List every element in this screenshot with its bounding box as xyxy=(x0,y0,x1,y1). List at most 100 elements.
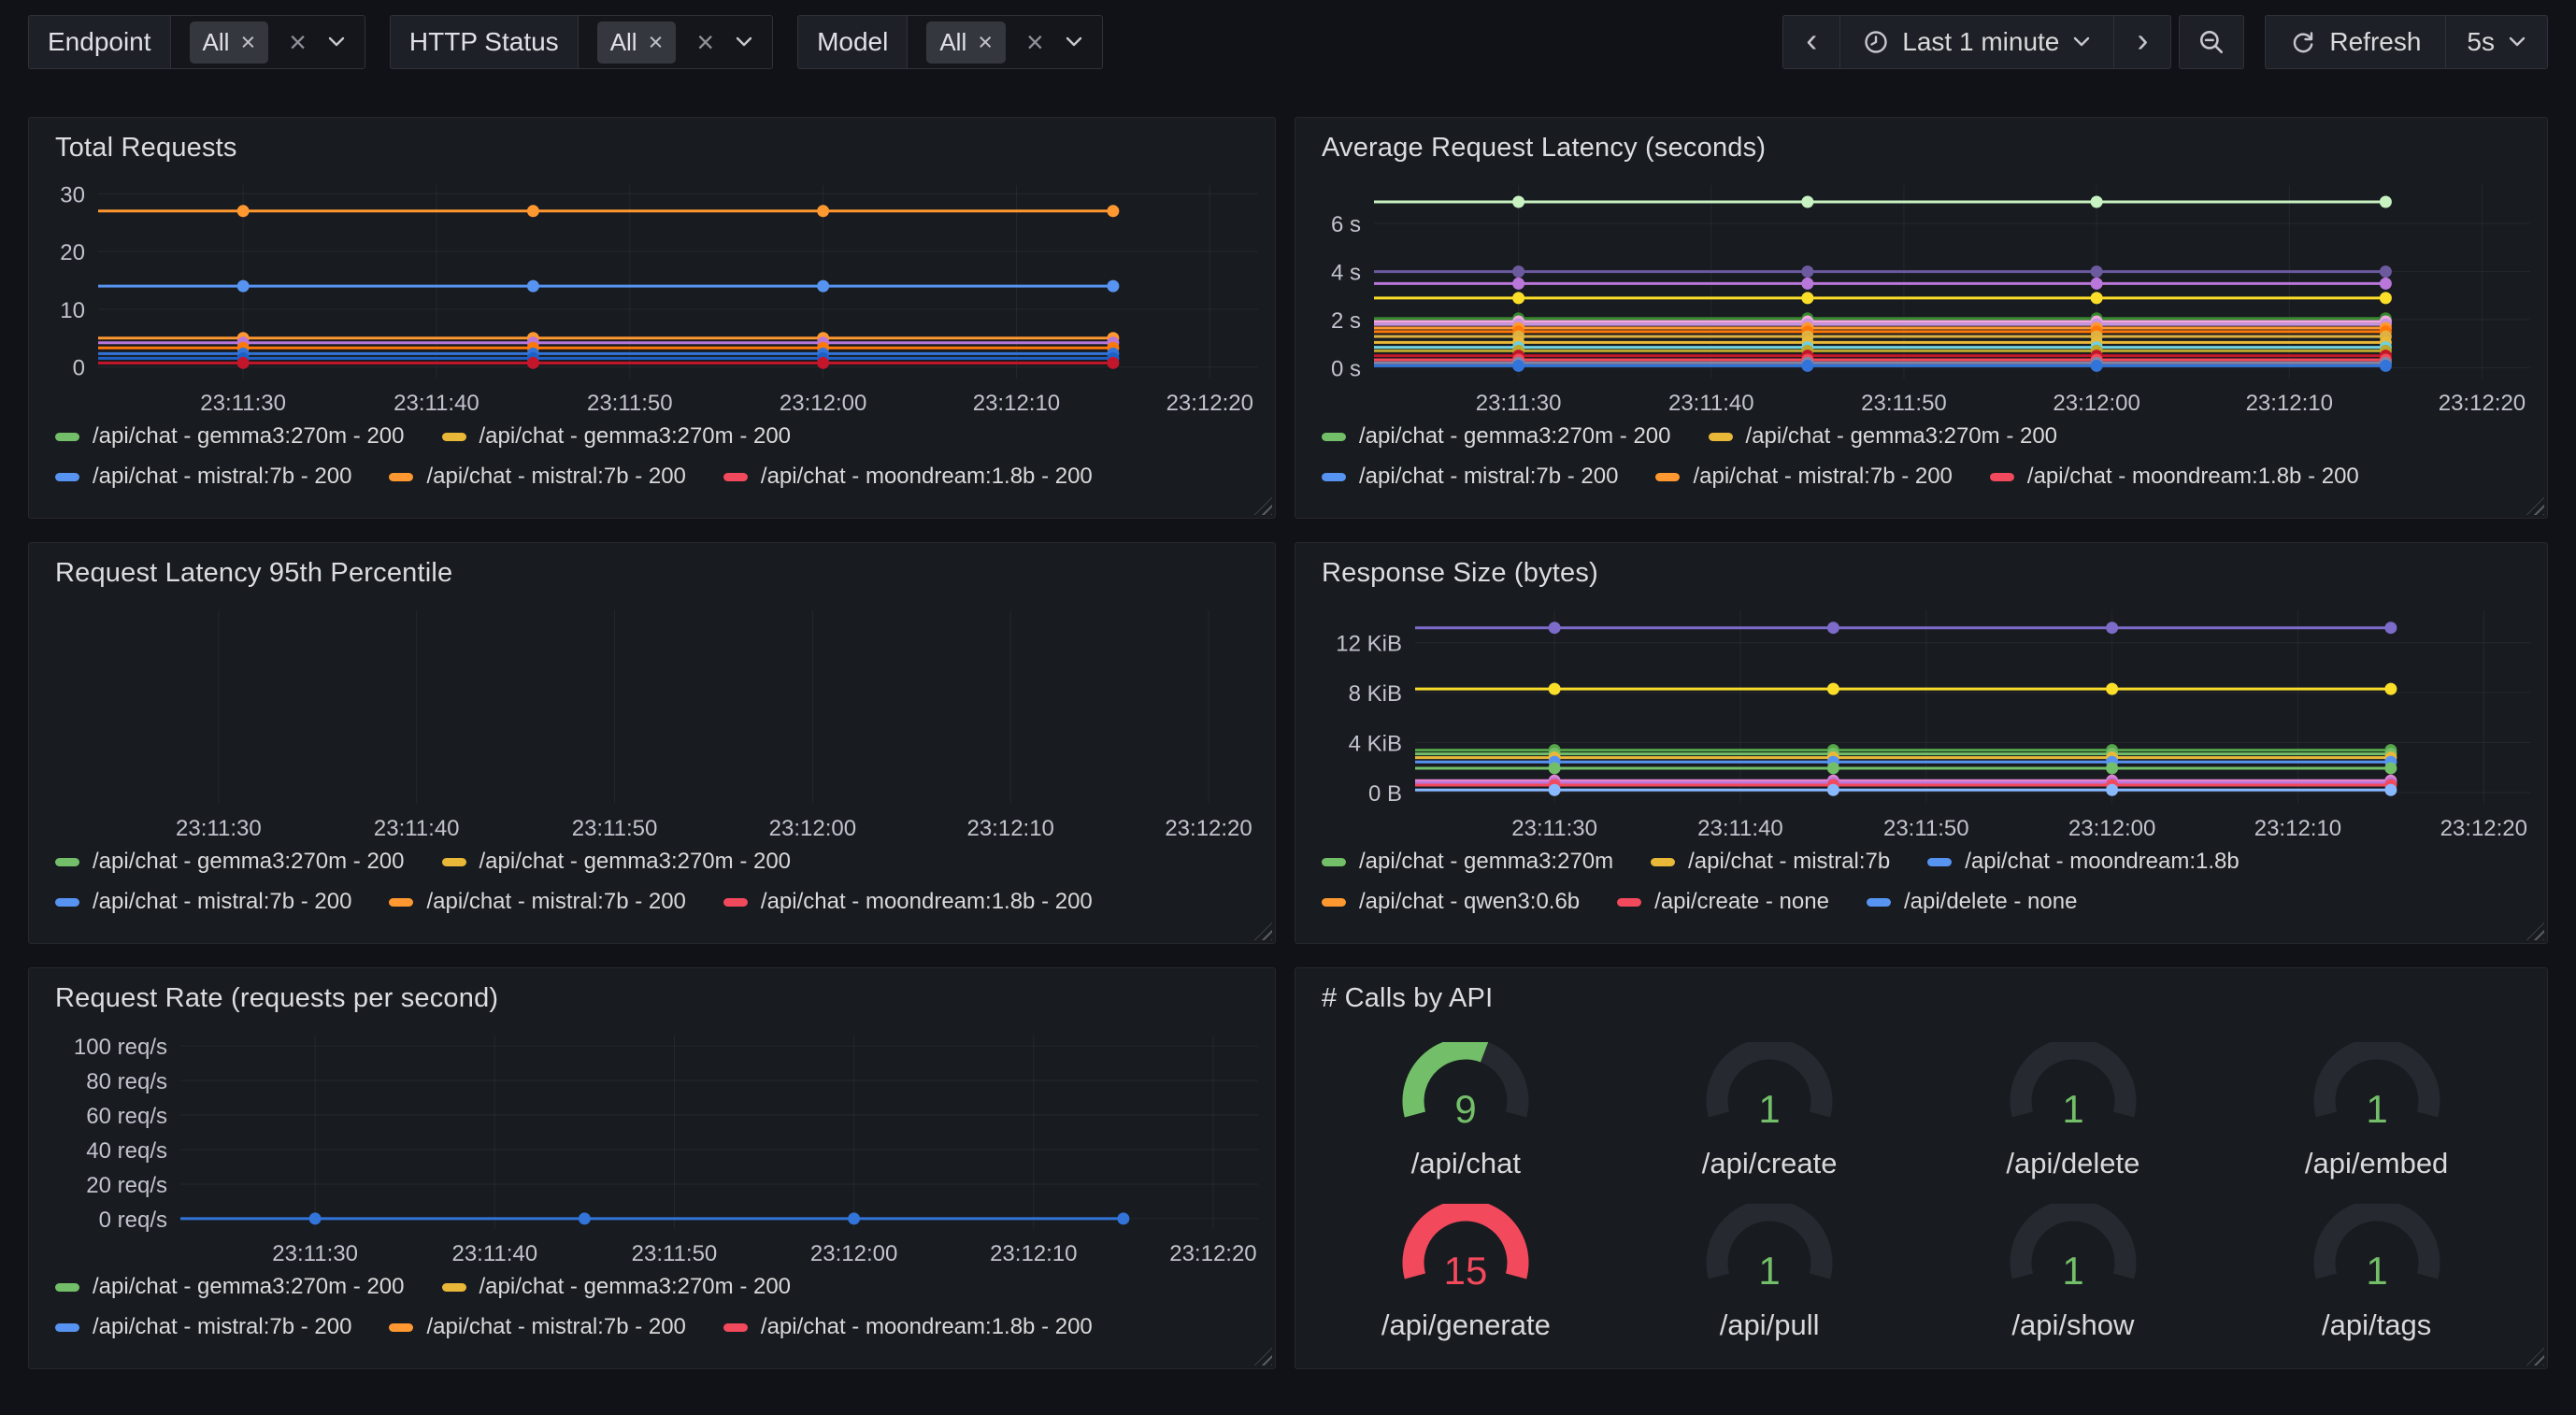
legend-item[interactable]: /api/chat - gemma3:270m - 200 xyxy=(55,423,405,450)
panel-title[interactable]: Response Size (bytes) xyxy=(1295,543,2547,599)
time-series-chart[interactable]: 23:11:3023:11:4023:11:5023:12:0023:12:10… xyxy=(1295,599,2547,845)
data-point xyxy=(2380,292,2392,304)
legend-series-color xyxy=(55,898,79,907)
legend-series-label: /api/chat - mistral:7b - 200 xyxy=(1693,464,1952,490)
legend-item[interactable]: /api/chat - moondream:1.8b - 200 xyxy=(723,1314,1093,1340)
chart-legend: /api/chat - gemma3:270m - 200/api/chat -… xyxy=(29,420,1275,518)
filter-http-status-chip[interactable]: All × xyxy=(597,21,677,64)
legend-item[interactable]: /api/chat - gemma3:270m - 200 xyxy=(55,1274,405,1300)
chip-remove-icon[interactable]: × xyxy=(978,30,993,55)
time-series-plot[interactable]: 23:11:3023:11:4023:11:5023:12:0023:12:10… xyxy=(29,599,1275,845)
data-point xyxy=(2380,278,2392,290)
legend-item[interactable]: /api/create - none xyxy=(1617,889,1829,915)
filter-model-value[interactable]: All × × xyxy=(907,15,1102,69)
panel-title[interactable]: Total Requests xyxy=(29,118,1275,174)
x-axis-tick-label: 23:11:30 xyxy=(1476,391,1562,416)
data-point xyxy=(1107,357,1119,369)
chevron-down-icon[interactable] xyxy=(327,36,346,49)
time-series-chart[interactable]: 23:11:3023:11:4023:11:5023:12:0023:12:10… xyxy=(29,174,1275,420)
legend-item[interactable]: /api/chat - gemma3:270m - 200 xyxy=(55,849,405,875)
data-point xyxy=(237,280,250,293)
legend-row: /api/chat - gemma3:270m - 200/api/chat -… xyxy=(55,423,1249,450)
legend-series-label: /api/chat - gemma3:270m - 200 xyxy=(93,849,405,875)
time-shift-back-button[interactable]: ‹ xyxy=(1782,15,1840,69)
refresh-button[interactable]: Refresh xyxy=(2265,15,2446,69)
y-axis-tick-label: 20 req/s xyxy=(86,1173,167,1198)
legend-item[interactable]: /api/chat - mistral:7b - 200 xyxy=(55,889,351,915)
data-point xyxy=(2091,278,2103,290)
time-series-plot[interactable]: 23:11:3023:11:4023:11:5023:12:0023:12:10… xyxy=(29,174,1275,420)
x-axis-tick-label: 23:11:40 xyxy=(394,391,479,416)
data-point xyxy=(1801,292,1813,304)
data-point xyxy=(2380,360,2392,372)
x-axis-tick-label: 23:11:30 xyxy=(176,816,262,841)
legend-item[interactable]: /api/chat - mistral:7b - 200 xyxy=(389,464,685,490)
data-point xyxy=(1549,762,1561,774)
chart-legend: /api/chat - gemma3:270m - 200/api/chat -… xyxy=(29,1270,1275,1368)
legend-item[interactable]: /api/chat - qwen3:0.6b xyxy=(1322,889,1580,915)
chip-remove-icon[interactable]: × xyxy=(240,30,255,55)
time-range-picker-button[interactable]: Last 1 minute xyxy=(1839,15,2114,69)
x-axis-tick-label: 23:12:00 xyxy=(2068,816,2155,841)
legend-item[interactable]: /api/chat - moondream:1.8b xyxy=(1927,849,2240,875)
legend-item[interactable]: /api/chat - moondream:1.8b - 200 xyxy=(723,464,1093,490)
zoom-out-button[interactable] xyxy=(2179,15,2244,69)
panel-title[interactable]: Request Rate (requests per second) xyxy=(29,968,1275,1024)
legend-item[interactable]: /api/chat - mistral:7b - 200 xyxy=(1322,464,1618,490)
gauge-label: /api/create xyxy=(1702,1147,1838,1180)
time-series-plot[interactable]: 23:11:3023:11:4023:11:5023:12:0023:12:10… xyxy=(1295,599,2547,845)
data-point xyxy=(1107,280,1119,293)
time-series-plot[interactable]: 23:11:3023:11:4023:11:5023:12:0023:12:10… xyxy=(29,1024,1275,1270)
panel-title[interactable]: Request Latency 95th Percentile xyxy=(29,543,1275,599)
legend-item[interactable]: /api/chat - moondream:1.8b - 200 xyxy=(723,889,1093,915)
refresh-icon xyxy=(2290,29,2316,55)
panel-title[interactable]: # Calls by API xyxy=(1295,968,2547,1024)
time-series-chart[interactable]: 23:11:3023:11:4023:11:5023:12:0023:12:10… xyxy=(29,599,1275,845)
legend-item[interactable]: /api/chat - mistral:7b - 200 xyxy=(1655,464,1952,490)
legend-item[interactable]: /api/chat - gemma3:270m - 200 xyxy=(1709,423,2058,450)
gauge-arc: 1 xyxy=(2297,1204,2456,1308)
filter-endpoint-value[interactable]: All × × xyxy=(170,15,365,69)
time-series-chart[interactable]: 23:11:3023:11:4023:11:5023:12:0023:12:10… xyxy=(1295,174,2547,420)
data-point xyxy=(1801,278,1813,290)
filter-clear-icon[interactable]: × xyxy=(696,27,714,57)
data-point xyxy=(1549,784,1561,796)
legend-item[interactable]: /api/delete - none xyxy=(1867,889,2077,915)
legend-item[interactable]: /api/chat - mistral:7b - 200 xyxy=(389,1314,685,1340)
legend-item[interactable]: /api/chat - gemma3:270m - 200 xyxy=(442,1274,792,1300)
filter-model-chip[interactable]: All × xyxy=(926,21,1006,64)
legend-item[interactable]: /api/chat - gemma3:270m - 200 xyxy=(1322,423,1671,450)
chip-remove-icon[interactable]: × xyxy=(649,30,664,55)
legend-item[interactable]: /api/chat - mistral:7b xyxy=(1651,849,1890,875)
y-axis-tick-label: 6 s xyxy=(1331,212,1361,237)
clock-icon xyxy=(1863,29,1889,55)
y-axis-tick-label: 10 xyxy=(60,298,85,323)
chevron-down-icon[interactable] xyxy=(735,36,753,49)
filter-clear-icon[interactable]: × xyxy=(1026,27,1044,57)
data-point xyxy=(817,357,829,369)
time-series-plot[interactable]: 23:11:3023:11:4023:11:5023:12:0023:12:10… xyxy=(1295,174,2547,420)
data-point xyxy=(1827,784,1839,796)
legend-item[interactable]: /api/chat - mistral:7b - 200 xyxy=(55,1314,351,1340)
filter-http-status-value[interactable]: All × × xyxy=(578,15,773,69)
panel-average-request-latency: Average Request Latency (seconds) 23:11:… xyxy=(1295,117,2548,519)
filter-endpoint-chip[interactable]: All × xyxy=(190,21,269,64)
panel-title[interactable]: Average Request Latency (seconds) xyxy=(1295,118,2547,174)
x-axis-tick-label: 23:12:00 xyxy=(2053,391,2140,416)
time-series-chart[interactable]: 23:11:3023:11:4023:11:5023:12:0023:12:10… xyxy=(29,1024,1275,1270)
legend-series-label: /api/chat - moondream:1.8b - 200 xyxy=(761,889,1093,915)
legend-item[interactable]: /api/chat - mistral:7b - 200 xyxy=(55,464,351,490)
legend-item[interactable]: /api/chat - gemma3:270m - 200 xyxy=(442,423,792,450)
legend-item[interactable]: /api/chat - mistral:7b - 200 xyxy=(389,889,685,915)
panel-total-requests: Total Requests 23:11:3023:11:4023:11:502… xyxy=(28,117,1276,519)
legend-series-label: /api/chat - mistral:7b - 200 xyxy=(93,1314,351,1340)
data-point xyxy=(1549,683,1561,695)
time-shift-forward-button[interactable]: › xyxy=(2113,15,2171,69)
filter-clear-icon[interactable]: × xyxy=(289,27,307,57)
legend-item[interactable]: /api/chat - moondream:1.8b - 200 xyxy=(1990,464,2359,490)
legend-item[interactable]: /api/chat - gemma3:270m - 200 xyxy=(442,849,792,875)
legend-series-color xyxy=(1990,473,2014,481)
legend-item[interactable]: /api/chat - gemma3:270m xyxy=(1322,849,1613,875)
chevron-down-icon[interactable] xyxy=(1065,36,1083,49)
refresh-interval-dropdown[interactable]: 5s xyxy=(2445,15,2548,69)
